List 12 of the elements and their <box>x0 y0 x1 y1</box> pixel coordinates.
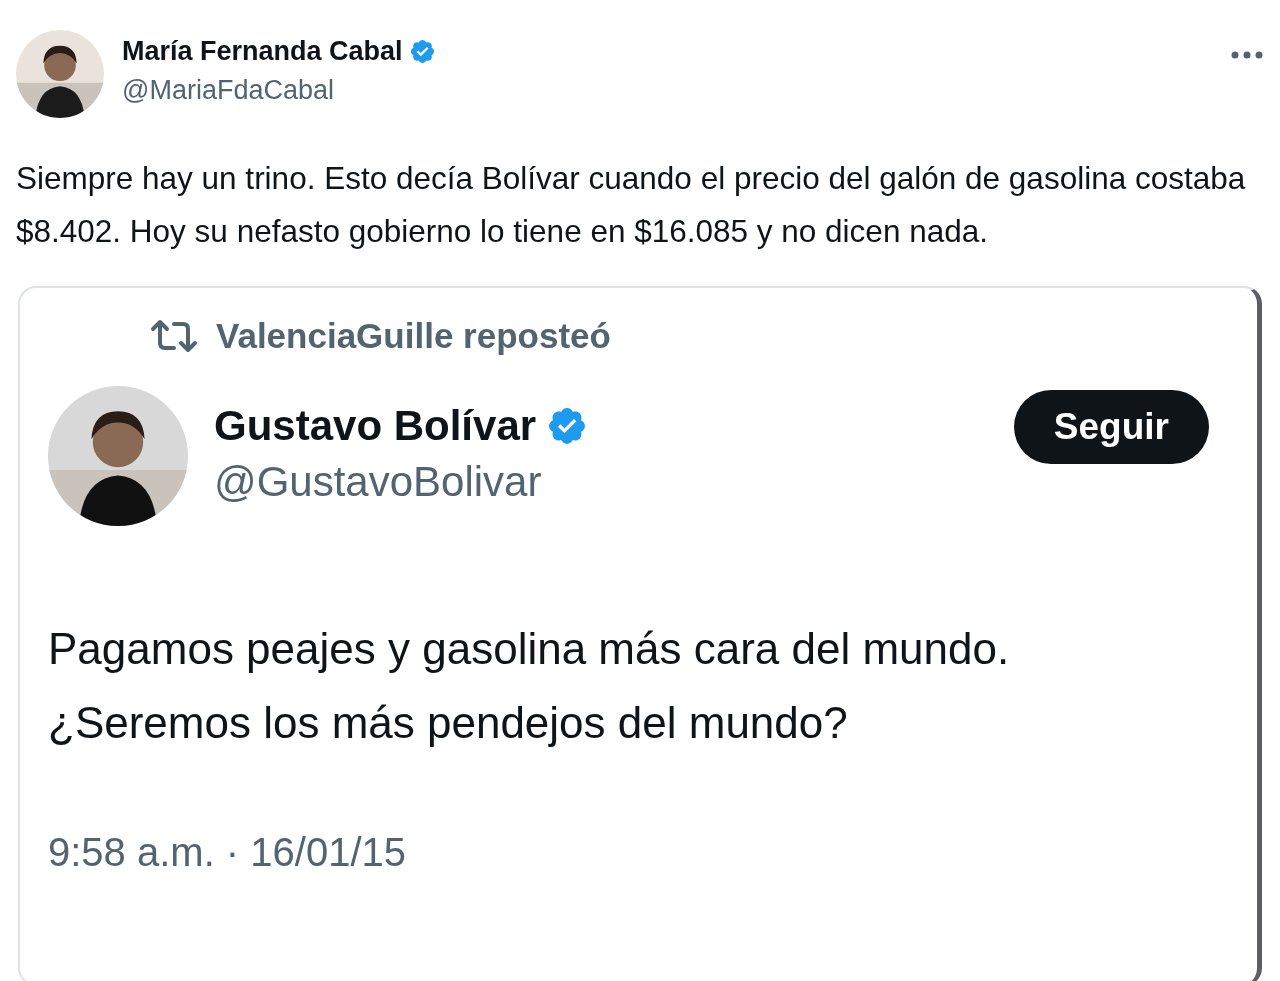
post-text: Siempre hay un trino. Esto decía Bolívar cuando el precio del galón de gasolina costaba $8.402. Hoy su nefasto gobierno lo tiene en $16.085 y no dicen nada. <box>16 159 1247 251</box>
more-options-icon[interactable] <box>1230 50 1264 60</box>
repost-icon <box>150 319 198 353</box>
author-name[interactable]: Gustavo Bolívar <box>214 402 537 450</box>
author-handle[interactable]: @GustavoBolivar <box>214 458 988 506</box>
quoted-text-line: ¿Seremos los más pendejos del mundo? <box>48 697 848 749</box>
timestamp[interactable]: 9:58 a.m. · 16/01/15 <box>48 830 406 875</box>
follow-button[interactable]: Seguir <box>1013 390 1209 464</box>
author-name[interactable]: María Fernanda Cabal <box>122 36 403 67</box>
author-handle[interactable]: @MariaFdaCabal <box>122 75 1212 106</box>
quoted-text-line: Pagamos peajes y gasolina más cara del mundo. <box>48 623 1010 675</box>
repost-label: ValenciaGuille reposteó <box>216 316 611 356</box>
